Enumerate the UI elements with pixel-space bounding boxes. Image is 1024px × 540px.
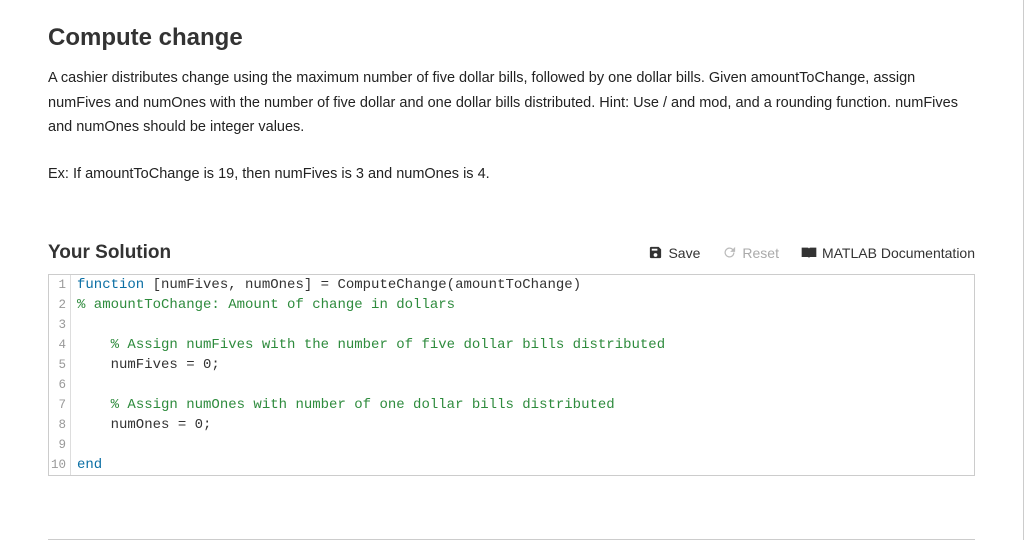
code-line[interactable]: 10end xyxy=(49,455,974,475)
solution-header: Your Solution Save Reset MATLAB Document… xyxy=(48,242,975,264)
save-icon xyxy=(648,245,663,260)
exercise-panel: Compute change A cashier distributes cha… xyxy=(0,0,1024,540)
line-number: 8 xyxy=(49,415,71,435)
code-line[interactable]: 9 xyxy=(49,435,974,455)
line-number: 2 xyxy=(49,295,71,315)
code-line[interactable]: 4 % Assign numFives with the number of f… xyxy=(49,335,974,355)
code-line[interactable]: 5 numFives = 0; xyxy=(49,355,974,375)
code-text[interactable]: end xyxy=(71,455,102,475)
line-number: 1 xyxy=(49,275,71,295)
code-text[interactable]: % amountToChange: Amount of change in do… xyxy=(71,295,455,315)
reset-label: Reset xyxy=(742,245,779,261)
code-text[interactable]: function [numFives, numOnes] = ComputeCh… xyxy=(71,275,581,295)
docs-label: MATLAB Documentation xyxy=(822,245,975,261)
code-line[interactable]: 1function [numFives, numOnes] = ComputeC… xyxy=(49,275,974,295)
code-text[interactable]: numFives = 0; xyxy=(71,355,220,375)
save-button[interactable]: Save xyxy=(648,245,700,261)
reset-button[interactable]: Reset xyxy=(722,245,779,261)
line-number: 4 xyxy=(49,335,71,355)
line-number: 6 xyxy=(49,375,71,395)
code-text[interactable]: % Assign numOnes with number of one doll… xyxy=(71,395,615,415)
line-number: 5 xyxy=(49,355,71,375)
action-bar: Save Reset MATLAB Documentation xyxy=(648,245,975,261)
docs-link[interactable]: MATLAB Documentation xyxy=(801,245,975,261)
code-line[interactable]: 7 % Assign numOnes with number of one do… xyxy=(49,395,974,415)
code-text[interactable]: numOnes = 0; xyxy=(71,415,211,435)
code-text[interactable]: % Assign numFives with the number of fiv… xyxy=(71,335,665,355)
book-icon xyxy=(801,246,817,260)
code-text[interactable] xyxy=(71,435,85,455)
code-line[interactable]: 2% amountToChange: Amount of change in d… xyxy=(49,295,974,315)
line-number: 3 xyxy=(49,315,71,335)
code-text[interactable] xyxy=(71,375,85,395)
code-line[interactable]: 3 xyxy=(49,315,974,335)
code-text[interactable] xyxy=(71,315,85,335)
line-number: 9 xyxy=(49,435,71,455)
description-text: A cashier distributes change using the m… xyxy=(48,66,975,140)
code-editor[interactable]: 1function [numFives, numOnes] = ComputeC… xyxy=(48,274,975,476)
save-label: Save xyxy=(668,245,700,261)
example-text: Ex: If amountToChange is 19, then numFiv… xyxy=(48,166,975,182)
code-line[interactable]: 6 xyxy=(49,375,974,395)
code-line[interactable]: 8 numOnes = 0; xyxy=(49,415,974,435)
page-title: Compute change xyxy=(48,24,975,52)
line-number: 10 xyxy=(49,455,71,475)
reset-icon xyxy=(722,245,737,260)
solution-heading: Your Solution xyxy=(48,242,648,264)
line-number: 7 xyxy=(49,395,71,415)
